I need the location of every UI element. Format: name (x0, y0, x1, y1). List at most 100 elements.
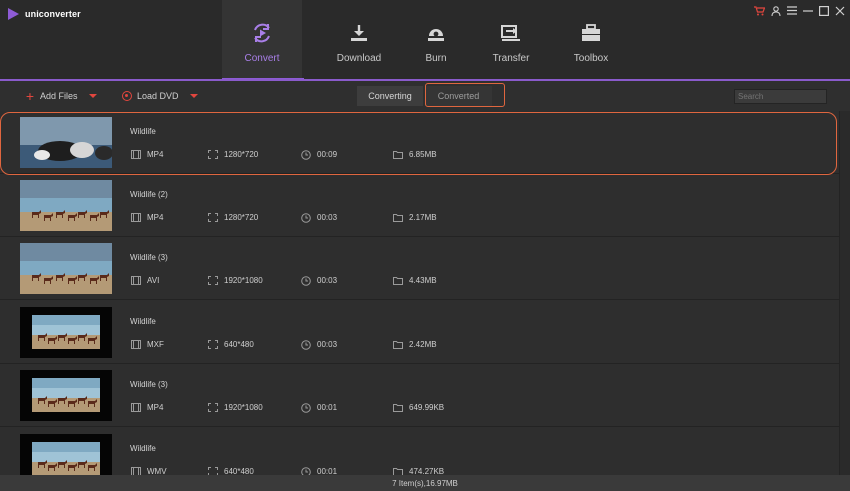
tab-convert[interactable]: Convert (222, 0, 304, 80)
size-value: 649.99KB (409, 403, 445, 412)
file-format: WMV (130, 467, 167, 475)
folder-icon (392, 150, 403, 159)
size-value: 4.43MB (409, 276, 437, 285)
film-icon (130, 340, 141, 349)
file-size: 474.27KB (392, 467, 444, 475)
chevron-down-icon[interactable] (88, 94, 97, 98)
duration-value: 00:03 (317, 213, 338, 222)
format-value: MXF (147, 340, 164, 349)
resolution-icon (207, 340, 218, 349)
add-files-button[interactable]: + Add Files (25, 87, 97, 104)
resolution-value: 1280*720 (224, 213, 259, 222)
resolution-icon (207, 150, 218, 159)
format-value: MP4 (147, 150, 164, 159)
plus-icon: + (25, 87, 35, 104)
file-format: MP4 (130, 403, 163, 412)
format-value: MP4 (147, 213, 164, 222)
duration-value: 00:01 (317, 467, 338, 475)
search-input[interactable] (734, 89, 827, 104)
file-resolution: 640*480 (207, 340, 254, 349)
tab-download[interactable]: Download (319, 0, 399, 80)
status-summary: 7 Item(s),16.97MB (392, 478, 458, 488)
tab-converting[interactable]: Converting (357, 86, 423, 106)
tab-download-label: Download (336, 53, 382, 64)
file-name: Wildlife (130, 317, 156, 326)
chevron-down-icon[interactable] (189, 94, 198, 98)
top-bar: uniconverter Convert Download Burn Trans… (0, 0, 850, 81)
film-icon (130, 403, 141, 412)
duration-value: 00:03 (317, 340, 338, 349)
tab-toolbox-label: Toolbox (573, 53, 609, 64)
clock-icon (300, 339, 311, 350)
format-value: WMV (147, 467, 167, 475)
list-item[interactable]: Wildlife (2) MP4 1280*720 00:03 2.17MB (0, 174, 839, 237)
file-size: 6.85MB (392, 150, 437, 159)
maximize-icon[interactable] (817, 4, 830, 17)
download-icon (348, 22, 370, 44)
main-nav: Convert Download Burn Transfer Toolbox (222, 0, 630, 80)
list-item[interactable]: Wildlife MXF 640*480 00:03 2.42MB (0, 301, 839, 364)
resolution-icon (207, 276, 218, 285)
convert-icon (251, 22, 273, 44)
list-item[interactable]: Wildlife (3) AVI 1920*1080 00:03 4.43MB (0, 237, 839, 300)
file-format: MXF (130, 340, 164, 349)
file-duration: 00:09 (300, 149, 338, 160)
file-resolution: 640*480 (207, 467, 254, 475)
list-item[interactable]: Wildlife MP4 1280*720 00:09 6.85MB (0, 111, 839, 174)
resolution-value: 1280*720 (224, 150, 259, 159)
user-icon[interactable] (769, 4, 782, 17)
file-resolution: 1920*1080 (207, 276, 263, 285)
size-value: 474.27KB (409, 467, 445, 475)
file-size: 4.43MB (392, 276, 437, 285)
resolution-value: 640*480 (224, 340, 254, 349)
resolution-icon (207, 213, 218, 222)
resolution-value: 640*480 (224, 467, 254, 475)
duration-value: 00:01 (317, 403, 338, 412)
load-dvd-button[interactable]: Load DVD (122, 91, 198, 101)
burn-icon (425, 22, 447, 44)
file-size: 649.99KB (392, 403, 444, 412)
duration-value: 00:09 (317, 150, 338, 159)
file-format: AVI (130, 276, 159, 285)
file-duration: 00:01 (300, 466, 338, 475)
format-value: MP4 (147, 403, 164, 412)
menu-icon[interactable] (785, 4, 798, 17)
video-thumbnail (20, 117, 112, 168)
load-dvd-label: Load DVD (137, 91, 179, 101)
file-duration: 00:03 (300, 275, 337, 286)
file-format: MP4 (130, 213, 163, 222)
tab-toolbox[interactable]: Toolbox (551, 0, 631, 80)
resolution-icon (207, 467, 218, 475)
video-thumbnail (20, 243, 112, 294)
scrollbar[interactable] (839, 111, 850, 475)
video-thumbnail (20, 370, 112, 421)
tab-burn-label: Burn (425, 53, 447, 64)
clock-icon (300, 466, 311, 475)
file-resolution: 1280*720 (207, 150, 258, 159)
app-title: uniconverter (25, 9, 81, 19)
converted-tab-highlight (425, 83, 505, 107)
clock-icon (300, 402, 311, 413)
minimize-icon[interactable] (801, 4, 814, 17)
cart-icon[interactable] (753, 4, 766, 17)
close-icon[interactable] (833, 4, 846, 17)
list-item[interactable]: Wildlife WMV 640*480 00:01 474.27KB (0, 428, 839, 475)
file-resolution: 1280*720 (207, 213, 258, 222)
film-icon (130, 150, 141, 159)
folder-icon (392, 403, 403, 412)
resolution-icon (207, 403, 218, 412)
tab-transfer[interactable]: Transfer (471, 0, 551, 80)
file-size: 2.42MB (392, 340, 437, 349)
size-value: 2.42MB (409, 340, 437, 349)
file-size: 2.17MB (392, 213, 437, 222)
list-item[interactable]: Wildlife (3) MP4 1920*1080 00:01 649.99K… (0, 364, 839, 427)
app-logo: uniconverter (8, 8, 81, 20)
video-thumbnail (20, 180, 112, 231)
video-thumbnail (20, 434, 112, 475)
play-logo-icon (8, 8, 19, 20)
tab-transfer-label: Transfer (492, 53, 530, 64)
tab-burn[interactable]: Burn (396, 0, 476, 80)
dvd-icon (122, 91, 132, 101)
clock-icon (300, 212, 311, 223)
format-value: AVI (147, 276, 160, 285)
